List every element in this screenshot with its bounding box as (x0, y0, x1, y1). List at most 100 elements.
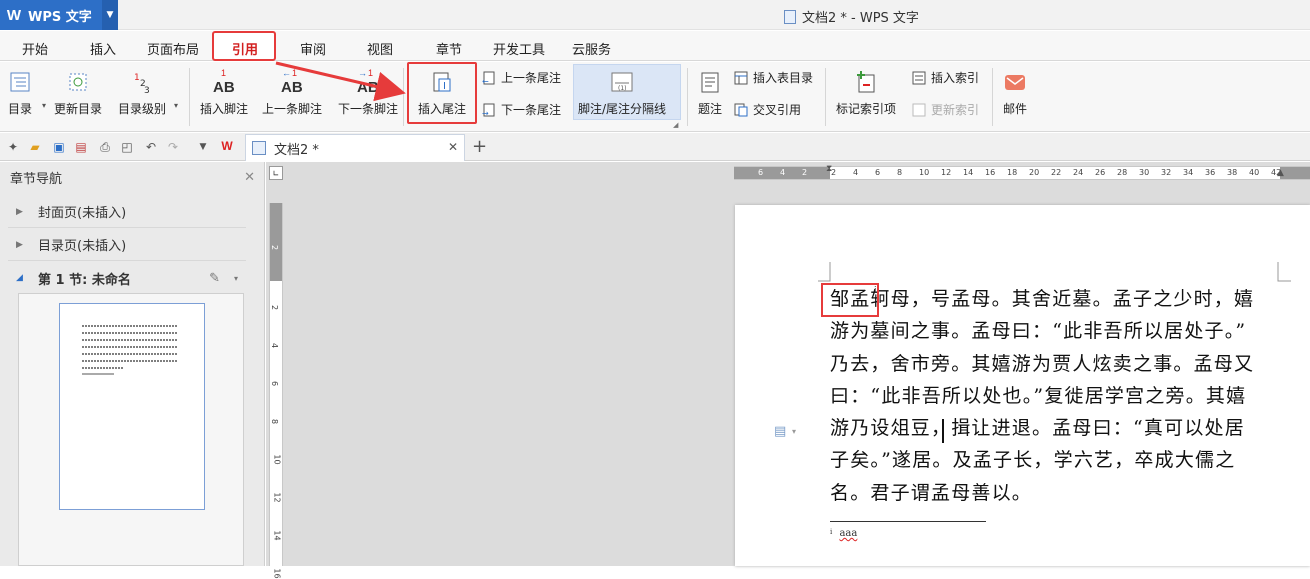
svg-text:1: 1 (292, 68, 297, 78)
chevron-down-icon[interactable]: ▼ (102, 0, 118, 30)
mail-button[interactable]: 邮件 (1001, 68, 1029, 117)
tab-developer[interactable]: 开发工具 (493, 39, 545, 58)
open-folder-icon[interactable]: ▰ (28, 140, 42, 154)
document-body-text[interactable]: 邹孟轲母，号孟母。其舍近墓。孟子之少时，嬉 游为墓间之事。孟母曰：“此非吾所以居… (830, 283, 1285, 509)
page-thumbnail[interactable] (59, 303, 205, 510)
right-indent-marker-icon[interactable]: ▲ (1277, 168, 1284, 178)
next-endnote-label: 下一条尾注 (501, 103, 562, 117)
insert-footnote-button[interactable]: 1 AB 插入脚注 (200, 68, 248, 117)
edit-pencil-icon[interactable]: ✎ (209, 271, 220, 286)
chevron-down-icon[interactable]: ▾ (792, 427, 796, 436)
prev-footnote-button[interactable]: ← 1 AB 上一条脚注 (262, 68, 322, 117)
update-index-button[interactable]: 更新索引 (912, 101, 979, 118)
cross-ref-icon (734, 103, 748, 117)
close-pane-icon[interactable]: ✕ (244, 170, 255, 185)
save-icon[interactable]: ▣ (52, 140, 66, 154)
wps-menu-button[interactable]: W WPS 文字 ▼ (0, 0, 118, 30)
svg-text:AB: AB (281, 79, 303, 96)
prev-endnote-label: 上一条尾注 (501, 71, 562, 85)
ruler-tick-label: 16 (985, 168, 996, 177)
text-cursor (942, 419, 944, 443)
print-icon[interactable]: ⎙ (98, 140, 112, 154)
nav-item-section-label: 第 1 节: 未命名 (38, 272, 131, 288)
ruler-tick-label: 24 (1073, 168, 1084, 177)
next-endnote-button[interactable]: → 下一条尾注 (482, 101, 561, 118)
tab-references[interactable]: 引用 (232, 39, 258, 58)
svg-text:1: 1 (368, 68, 373, 78)
undo-icon[interactable]: ↶ (144, 140, 158, 154)
expand-triangle-icon[interactable]: ▶ (16, 240, 30, 250)
insert-table-toc-button[interactable]: 插入表目录 (734, 69, 813, 86)
document-tab[interactable]: 文档2 * ✕ (245, 134, 465, 161)
thumbnail-text-preview (82, 325, 178, 375)
cross-reference-label: 交叉引用 (753, 103, 802, 117)
ruler-tick-label: 26 (1095, 168, 1106, 177)
collapse-triangle-icon[interactable]: ◢ (16, 273, 30, 283)
next-footnote-button[interactable]: → 1 AB 下一条脚注 (338, 68, 398, 117)
wps-home-icon[interactable]: W (220, 139, 234, 153)
tab-page-layout[interactable]: 页面布局 (147, 39, 199, 58)
caption-label: 题注 (697, 102, 722, 116)
redo-icon[interactable]: ↷ (166, 140, 180, 154)
mark-index-button[interactable]: 标记索引项 (836, 68, 896, 117)
ruler-tick-label: 4 (780, 168, 786, 177)
crop-mark-top-right (1277, 262, 1291, 282)
toc-button[interactable]: 目录 (6, 68, 34, 117)
note-separator-button[interactable]: (1) 脚注/尾注分隔线 (578, 68, 666, 117)
toc-level-button[interactable]: 123 目录级别 (118, 68, 166, 117)
caption-button[interactable]: 题注 (696, 68, 724, 117)
nav-item-cover[interactable]: ▶ 封面页(未插入) (8, 196, 246, 228)
svg-text:3: 3 (144, 86, 150, 94)
ruler-tick-label: 10 (919, 168, 930, 177)
table-toc-icon (734, 71, 748, 85)
export-pdf-icon[interactable]: ▤ (74, 140, 88, 154)
insert-index-button[interactable]: 插入索引 (912, 69, 979, 86)
ruler-tick-label: 2 (270, 244, 280, 251)
expand-triangle-icon[interactable]: ▶ (16, 207, 30, 217)
tab-start[interactable]: 开始 (22, 39, 48, 58)
cross-reference-button[interactable]: 交叉引用 (734, 101, 801, 118)
new-tab-plus-icon[interactable]: + (472, 136, 487, 157)
crop-mark-top-left (818, 262, 831, 282)
refresh-icon (64, 68, 92, 96)
text-line: 乃去，舍市旁。其嬉游为贾人炫卖之事。孟母又 (830, 352, 1255, 375)
window-title: 文档2 * - WPS 文字 (784, 7, 919, 26)
chevron-down-icon[interactable]: ▾ (42, 101, 46, 110)
text-line: 名。君子谓孟母善以。 (830, 481, 1033, 504)
ruler-tick-label: 12 (941, 168, 952, 177)
tab-review[interactable]: 审阅 (300, 39, 326, 58)
tab-stop-selector[interactable]: ∟ (269, 166, 283, 180)
nav-item-toc[interactable]: ▶ 目录页(未插入) (8, 229, 246, 261)
prev-endnote-icon: ← (482, 71, 496, 85)
customize-dropdown-icon[interactable]: ▼ (196, 140, 210, 154)
vertical-ruler[interactable]: 2 2 4 6 8 10 12 14 16 (269, 203, 283, 579)
nav-item-section-1[interactable]: ◢ 第 1 节: 未命名 ✎ ▾ (8, 262, 246, 294)
indent-marker-icon[interactable]: ⧗ (826, 164, 832, 174)
horizontal-ruler[interactable]: 6 4 2 2 4 6 8 10 12 14 16 18 20 22 24 26 28 30 32 34 36 38 40 4… (734, 164, 1310, 180)
tab-section[interactable]: 章节 (436, 39, 462, 58)
chevron-down-icon[interactable]: ▾ (234, 274, 238, 283)
endnote-text[interactable]: i aaa (830, 528, 857, 539)
ruler-tick-label: 10 (272, 454, 282, 465)
new-doc-icon[interactable]: ✦ (6, 140, 20, 154)
tab-insert[interactable]: 插入 (90, 39, 116, 58)
ruler-tick-label: 14 (272, 530, 282, 541)
mail-label: 邮件 (1002, 102, 1027, 116)
app-name: WPS 文字 (28, 9, 92, 25)
ruler-top-margin (270, 203, 282, 281)
update-toc-button[interactable]: 更新目录 (54, 68, 102, 117)
close-tab-icon[interactable]: ✕ (448, 140, 458, 154)
paragraph-layout-icon[interactable]: ▤ (774, 424, 786, 439)
nav-pane-header: 章节导航 ✕ (0, 162, 265, 192)
dialog-launcher-icon[interactable]: ◢ (673, 121, 678, 129)
svg-text:AB: AB (357, 79, 379, 96)
tab-cloud[interactable]: 云服务 (572, 39, 611, 58)
svg-text:1: 1 (134, 73, 140, 83)
print-preview-icon[interactable]: ◰ (120, 140, 134, 154)
tab-view[interactable]: 视图 (367, 39, 393, 58)
prev-endnote-button[interactable]: ← 上一条尾注 (482, 69, 561, 86)
document-icon (252, 141, 266, 155)
insert-table-toc-label: 插入表目录 (753, 71, 814, 85)
ruler-tick-label: 8 (270, 418, 280, 425)
chevron-down-icon[interactable]: ▾ (174, 101, 178, 110)
